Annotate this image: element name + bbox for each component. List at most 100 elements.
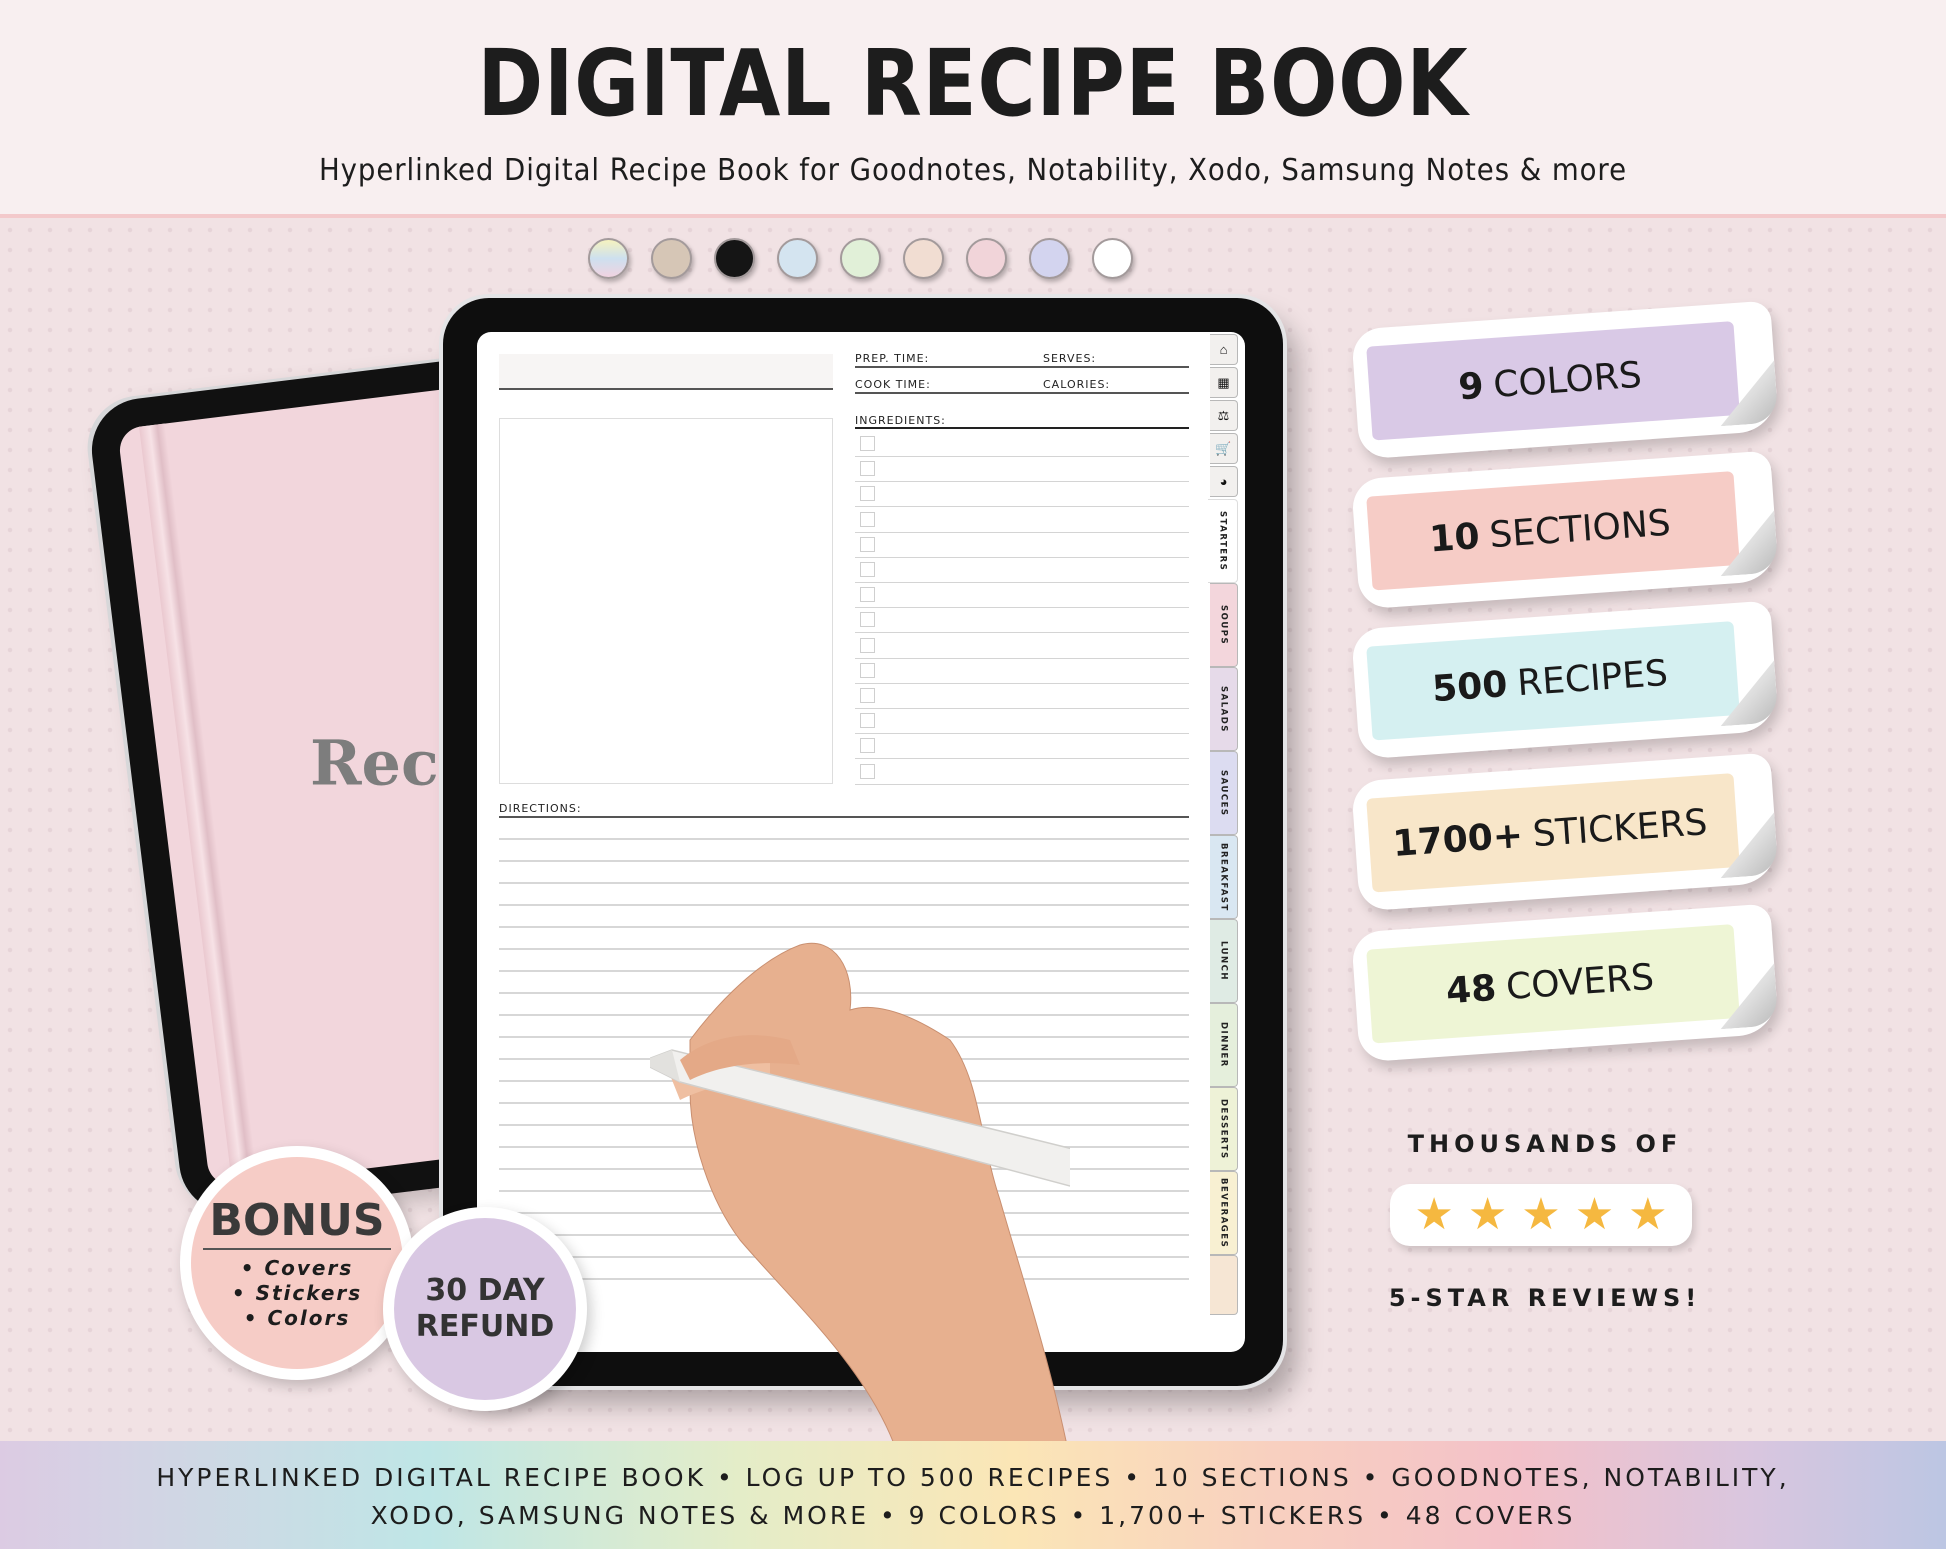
feature-text: COLORS: [1492, 354, 1643, 406]
tab-soups[interactable]: SOUPS: [1210, 583, 1238, 667]
star-rating: ★ ★ ★ ★ ★: [1390, 1184, 1692, 1246]
tab-label: SAUCES: [1218, 769, 1229, 817]
color-swatch-blue[interactable]: [777, 238, 818, 279]
star-icon: ★: [1467, 1190, 1508, 1239]
color-swatch-black[interactable]: [714, 238, 755, 279]
page-subtitle: Hyperlinked Digital Recipe Book for Good…: [318, 153, 1628, 188]
color-swatch-peach[interactable]: [903, 238, 944, 279]
prep-time-label: PREP. TIME:: [855, 352, 930, 365]
ingredient-checkbox[interactable]: [860, 637, 875, 653]
ingredient-checkbox[interactable]: [860, 612, 875, 628]
cook-time-label: COOK TIME:: [855, 378, 931, 391]
feature-label: 10 SECTIONS: [1351, 453, 1749, 610]
ingredient-row[interactable]: [855, 734, 1189, 760]
ingredient-checkbox[interactable]: [860, 436, 875, 451]
ingredient-row[interactable]: [855, 659, 1189, 684]
tab-blank[interactable]: [1210, 1255, 1238, 1315]
home-icon: ⌂: [1219, 342, 1228, 357]
ingredient-row[interactable]: [855, 608, 1189, 634]
refund-line-1: 30 DAY: [425, 1273, 545, 1308]
ingredient-row[interactable]: [855, 432, 1189, 457]
ingredient-checkbox[interactable]: [860, 486, 875, 502]
ingredient-row[interactable]: [855, 709, 1189, 735]
footer-line-2: XODO, SAMSUNG NOTES & MORE • 9 COLORS • …: [370, 1501, 1576, 1530]
ingredient-row[interactable]: [855, 457, 1189, 483]
bonus-badge: BONUS • Covers • Stickers • Colors: [180, 1146, 414, 1380]
ingredient-row[interactable]: [855, 508, 1189, 533]
tab-dinner[interactable]: DINNER: [1210, 1003, 1238, 1087]
ingredient-row[interactable]: [855, 760, 1189, 785]
cook-time-field[interactable]: [855, 392, 1189, 394]
color-swatch-pink[interactable]: [966, 238, 1007, 279]
direction-line[interactable]: [499, 904, 1189, 906]
tab-label: BREAKFAST: [1218, 842, 1229, 912]
direction-line[interactable]: [499, 882, 1189, 884]
ingredient-row[interactable]: [855, 533, 1189, 558]
hand-with-stylus: [650, 942, 1070, 1460]
tab-cart[interactable]: 🛒: [1210, 433, 1238, 464]
directions-underline: [499, 816, 1189, 818]
tab-label: DESSERTS: [1218, 1098, 1229, 1160]
ingredient-checkbox[interactable]: [860, 662, 875, 678]
direction-line[interactable]: [499, 860, 1189, 862]
ingredient-checkbox[interactable]: [860, 536, 875, 552]
tab-calendar[interactable]: ▦: [1210, 367, 1238, 398]
ingredient-checkbox[interactable]: [860, 688, 875, 703]
direction-line[interactable]: [499, 926, 1189, 928]
recipe-title-field[interactable]: [499, 354, 833, 388]
ingredient-checkbox[interactable]: [860, 738, 875, 754]
tab-breakfast[interactable]: BREAKFAST: [1210, 835, 1238, 919]
color-swatch-rainbow[interactable]: [588, 238, 629, 279]
ingredient-checkbox[interactable]: [860, 511, 875, 527]
bonus-item: • Covers: [240, 1256, 354, 1280]
tab-beverages[interactable]: BEVERAGES: [1210, 1171, 1238, 1255]
prep-time-field[interactable]: [855, 366, 1189, 368]
feature-number: 10: [1428, 515, 1481, 560]
tab-salads[interactable]: SALADS: [1210, 667, 1238, 751]
color-swatch-lavender[interactable]: [1029, 238, 1070, 279]
ingredient-checkbox[interactable]: [860, 713, 875, 729]
color-swatch-green[interactable]: [840, 238, 881, 279]
tab-label: LUNCH: [1218, 941, 1229, 981]
recipe-photo-box[interactable]: [499, 418, 833, 784]
feature-sticker: 9 COLORS: [1350, 300, 1780, 460]
bonus-item: • Stickers: [231, 1281, 363, 1305]
ingredient-checkbox[interactable]: [860, 763, 875, 779]
tab-home[interactable]: ⌂: [1210, 334, 1238, 365]
cart-icon: 🛒: [1215, 440, 1232, 456]
tab-lunch[interactable]: LUNCH: [1210, 919, 1238, 1003]
header: DIGITAL RECIPE BOOK Hyperlinked Digital …: [0, 0, 1946, 218]
tab-scale[interactable]: ⚖: [1210, 400, 1238, 431]
ingredient-checkbox[interactable]: [860, 587, 875, 603]
feature-number: 48: [1444, 967, 1498, 1012]
directions-label: DIRECTIONS:: [499, 802, 582, 815]
ingredient-row[interactable]: [855, 558, 1189, 583]
feature-label: 500 RECIPES: [1351, 603, 1749, 760]
bonus-item: • Colors: [243, 1306, 351, 1330]
tab-label: SOUPS: [1218, 604, 1229, 646]
ingredients-label: INGREDIENTS:: [855, 414, 946, 427]
tab-strip: ⌂ ▦ ⚖ 🛒 ◕ STARTERS SOUPS SALADS SAUCES BREAKFAST L…: [1208, 332, 1240, 1352]
calendar-icon: ▦: [1217, 374, 1230, 390]
color-swatch-taupe[interactable]: [651, 238, 692, 279]
tab-pie-chart[interactable]: ◕: [1210, 466, 1238, 497]
ingredient-checkbox[interactable]: [860, 461, 875, 477]
ingredient-row[interactable]: [855, 482, 1189, 508]
calories-label: CALORIES:: [1043, 378, 1111, 391]
page-title: DIGITAL RECIPE BOOK: [477, 30, 1469, 137]
refund-badge: 30 DAY REFUND: [383, 1207, 587, 1411]
ingredient-row[interactable]: [855, 684, 1189, 709]
feature-text: STICKERS: [1531, 801, 1709, 855]
tab-sauces[interactable]: SAUCES: [1210, 751, 1238, 835]
tab-starters[interactable]: STARTERS: [1208, 499, 1238, 583]
feature-sticker: 1700+ STICKERS: [1350, 752, 1780, 912]
feature-text: COVERS: [1504, 956, 1656, 1008]
feature-label: 1700+ STICKERS: [1351, 755, 1749, 912]
ingredient-row[interactable]: [855, 583, 1189, 609]
direction-line[interactable]: [499, 838, 1189, 840]
color-swatch-white[interactable]: [1092, 238, 1133, 279]
ingredient-checkbox[interactable]: [860, 562, 875, 577]
ingredient-row[interactable]: [855, 634, 1189, 659]
tab-desserts[interactable]: DESSERTS: [1210, 1087, 1238, 1171]
tab-label: DINNER: [1218, 1022, 1229, 1068]
